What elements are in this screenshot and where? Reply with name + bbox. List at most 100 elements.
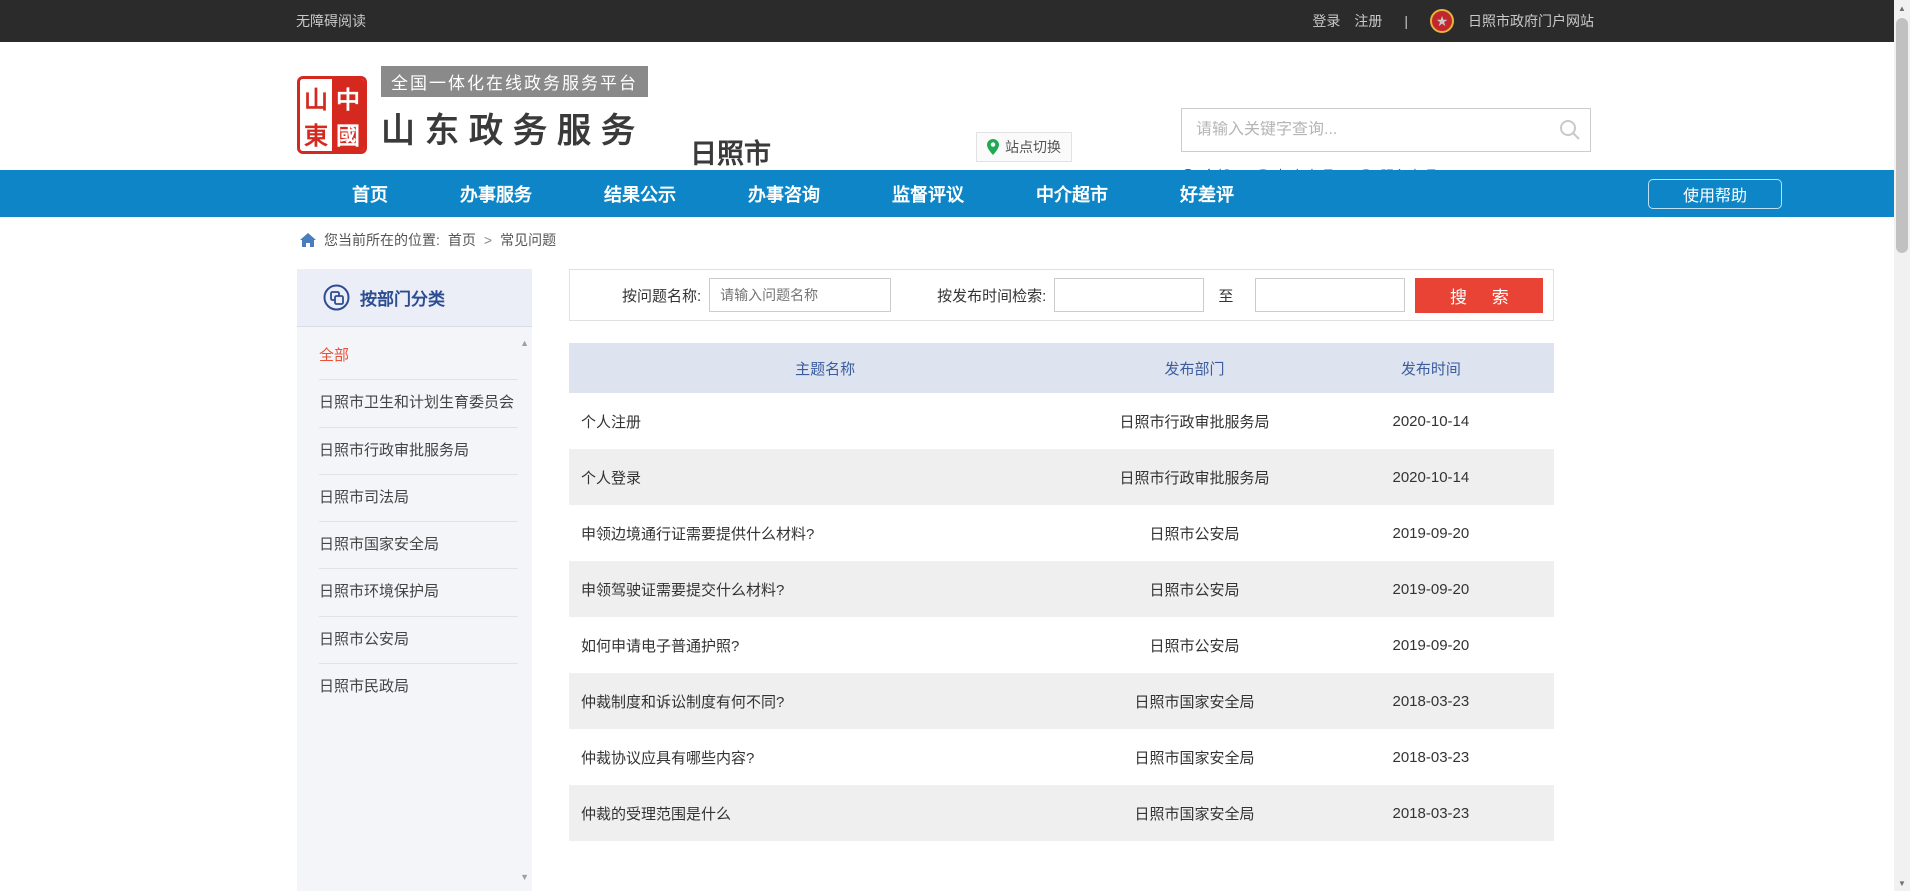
name-filter-label: 按问题名称: xyxy=(622,285,701,306)
dept-item-all[interactable]: 全部 xyxy=(319,333,518,380)
row-dept: 日照市国家安全局 xyxy=(1081,803,1308,824)
main-panel: 按问题名称: 按发布时间检索: 至 搜 索 主题名称 发布部门 发布时间 个人注… xyxy=(569,269,1554,891)
category-icon xyxy=(323,284,350,311)
national-emblem-icon: ★ xyxy=(1430,9,1454,33)
login-link[interactable]: 登录 xyxy=(1312,11,1340,31)
faq-table: 主题名称 发布部门 发布时间 个人注册 日照市行政审批服务局 2020-10-1… xyxy=(569,343,1554,841)
row-dept: 日照市公安局 xyxy=(1081,579,1308,600)
row-date: 2020-10-14 xyxy=(1308,413,1554,430)
breadcrumb-current: 常见问题 xyxy=(500,230,556,250)
location-pin-icon xyxy=(987,139,999,155)
table-row[interactable]: 如何申请电子普通护照? 日照市公安局 2019-09-20 xyxy=(569,617,1554,673)
seal-char: 國 xyxy=(332,115,364,151)
table-row[interactable]: 仲裁协议应具有哪些内容? 日照市国家安全局 2018-03-23 xyxy=(569,729,1554,785)
topbar-separator: | xyxy=(1396,13,1416,29)
date-to-label: 至 xyxy=(1218,285,1233,306)
page: 无障碍阅读 登录 注册 | ★ 日照市政府门户网站 山 中 東 國 全国一体化在… xyxy=(0,0,1910,891)
brand-text: 全国一体化在线政务服务平台 山东政务服务 xyxy=(381,66,648,154)
table-body: 个人注册 日照市行政审批服务局 2020-10-14 个人登录 日照市行政审批服… xyxy=(569,393,1554,841)
dept-item-approval[interactable]: 日照市行政审批服务局 xyxy=(319,428,518,475)
table-row[interactable]: 仲裁的受理范围是什么 日照市国家安全局 2018-03-23 xyxy=(569,785,1554,841)
seal-char: 山 xyxy=(300,79,332,115)
search-button[interactable] xyxy=(1550,118,1590,142)
table-row[interactable]: 申领边境通行证需要提供什么材料? 日照市公安局 2019-09-20 xyxy=(569,505,1554,561)
table-row[interactable]: 申领驾驶证需要提交什么材料? 日照市公安局 2019-09-20 xyxy=(569,561,1554,617)
sidebar-header: 按部门分类 xyxy=(297,269,532,327)
current-city-label: 日照市 xyxy=(690,132,771,171)
sidebar-scroll-up-icon[interactable]: ▲ xyxy=(520,339,529,348)
keyword-search-input[interactable] xyxy=(1182,121,1550,139)
row-date: 2019-09-20 xyxy=(1308,525,1554,542)
nav-consult[interactable]: 办事咨询 xyxy=(712,170,856,217)
nav-results[interactable]: 结果公示 xyxy=(568,170,712,217)
accessibility-link[interactable]: 无障碍阅读 xyxy=(296,11,366,31)
breadcrumb-home[interactable]: 首页 xyxy=(448,230,476,250)
register-link[interactable]: 注册 xyxy=(1354,11,1382,31)
table-row[interactable]: 仲裁制度和诉讼制度有何不同? 日照市国家安全局 2018-03-23 xyxy=(569,673,1554,729)
col-header-title: 主题名称 xyxy=(569,358,1081,379)
row-dept: 日照市行政审批服务局 xyxy=(1081,411,1308,432)
site-switch-label: 站点切换 xyxy=(1005,137,1061,157)
row-title[interactable]: 个人登录 xyxy=(569,467,1081,488)
col-header-date: 发布时间 xyxy=(1308,358,1554,379)
filter-search-button[interactable]: 搜 索 xyxy=(1415,278,1543,313)
breadcrumb: 您当前所在的位置: 首页 > 常见问题 xyxy=(0,217,1910,263)
table-row[interactable]: 个人登录 日照市行政审批服务局 2020-10-14 xyxy=(569,449,1554,505)
row-title[interactable]: 申领边境通行证需要提供什么材料? xyxy=(569,523,1081,544)
scrollbar-down-icon[interactable]: ▼ xyxy=(1894,875,1910,891)
nav-supervision[interactable]: 监督评议 xyxy=(856,170,1000,217)
topbar-right: 登录 注册 | ★ 日照市政府门户网站 xyxy=(1312,9,1594,33)
row-title[interactable]: 仲裁的受理范围是什么 xyxy=(569,803,1081,824)
row-title[interactable]: 仲裁协议应具有哪些内容? xyxy=(569,747,1081,768)
seal-char: 東 xyxy=(300,115,332,151)
question-name-input[interactable] xyxy=(709,278,891,312)
row-dept: 日照市公安局 xyxy=(1081,635,1308,656)
nav-intermediary[interactable]: 中介超市 xyxy=(1000,170,1144,217)
magnifier-icon xyxy=(1558,118,1582,142)
date-to-input[interactable] xyxy=(1255,278,1405,312)
date-filter-label: 按发布时间检索: xyxy=(937,285,1046,306)
row-dept: 日照市行政审批服务局 xyxy=(1081,467,1308,488)
col-header-dept: 发布部门 xyxy=(1081,358,1308,379)
site-switch-button[interactable]: 站点切换 xyxy=(976,132,1072,162)
scrollbar-thumb[interactable] xyxy=(1896,18,1908,253)
dept-item-justice[interactable]: 日照市司法局 xyxy=(319,475,518,522)
row-dept: 日照市国家安全局 xyxy=(1081,747,1308,768)
shandong-seal-icon: 山 中 東 國 xyxy=(297,76,367,154)
help-button[interactable]: 使用帮助 xyxy=(1648,179,1782,209)
row-dept: 日照市公安局 xyxy=(1081,523,1308,544)
date-from-input[interactable] xyxy=(1054,278,1204,312)
table-row[interactable]: 个人注册 日照市行政审批服务局 2020-10-14 xyxy=(569,393,1554,449)
row-date: 2018-03-23 xyxy=(1308,805,1554,822)
row-title[interactable]: 如何申请电子普通护照? xyxy=(569,635,1081,656)
row-date: 2018-03-23 xyxy=(1308,749,1554,766)
dept-item-health[interactable]: 日照市卫生和计划生育委员会 xyxy=(319,380,518,427)
city-portal-link[interactable]: 日照市政府门户网站 xyxy=(1468,11,1594,31)
keyword-search-box xyxy=(1181,108,1591,152)
sidebar-title: 按部门分类 xyxy=(360,285,445,310)
content-area: 按部门分类 全部 日照市卫生和计划生育委员会 日照市行政审批服务局 日照市司法局… xyxy=(297,269,1554,891)
row-date: 2018-03-23 xyxy=(1308,693,1554,710)
nav-services[interactable]: 办事服务 xyxy=(424,170,568,217)
brand-name: 山东政务服务 xyxy=(381,103,648,152)
nav-rating[interactable]: 好差评 xyxy=(1144,170,1270,217)
department-list: 全部 日照市卫生和计划生育委员会 日照市行政审批服务局 日照市司法局 日照市国家… xyxy=(297,327,532,710)
vertical-scrollbar[interactable]: ▲ ▼ xyxy=(1894,0,1910,891)
sidebar-scroll-down-icon[interactable]: ▼ xyxy=(520,873,529,882)
row-date: 2019-09-20 xyxy=(1308,637,1554,654)
dept-item-security[interactable]: 日照市国家安全局 xyxy=(319,522,518,569)
nav-home[interactable]: 首页 xyxy=(316,170,424,217)
dept-item-civil[interactable]: 日照市民政局 xyxy=(319,664,518,710)
breadcrumb-separator: > xyxy=(484,232,492,248)
row-date: 2020-10-14 xyxy=(1308,469,1554,486)
main-navigation: 首页 办事服务 结果公示 办事咨询 监督评议 中介超市 好差评 使用帮助 xyxy=(0,170,1910,217)
dept-item-environment[interactable]: 日照市环境保护局 xyxy=(319,569,518,616)
row-title[interactable]: 个人注册 xyxy=(569,411,1081,432)
row-title[interactable]: 申领驾驶证需要提交什么材料? xyxy=(569,579,1081,600)
dept-item-police[interactable]: 日照市公安局 xyxy=(319,617,518,664)
department-sidebar: 按部门分类 全部 日照市卫生和计划生育委员会 日照市行政审批服务局 日照市司法局… xyxy=(297,269,532,891)
logo[interactable]: 山 中 東 國 全国一体化在线政务服务平台 山东政务服务 xyxy=(297,66,648,154)
table-header-row: 主题名称 发布部门 发布时间 xyxy=(569,343,1554,393)
scrollbar-up-icon[interactable]: ▲ xyxy=(1894,0,1910,16)
row-title[interactable]: 仲裁制度和诉讼制度有何不同? xyxy=(569,691,1081,712)
